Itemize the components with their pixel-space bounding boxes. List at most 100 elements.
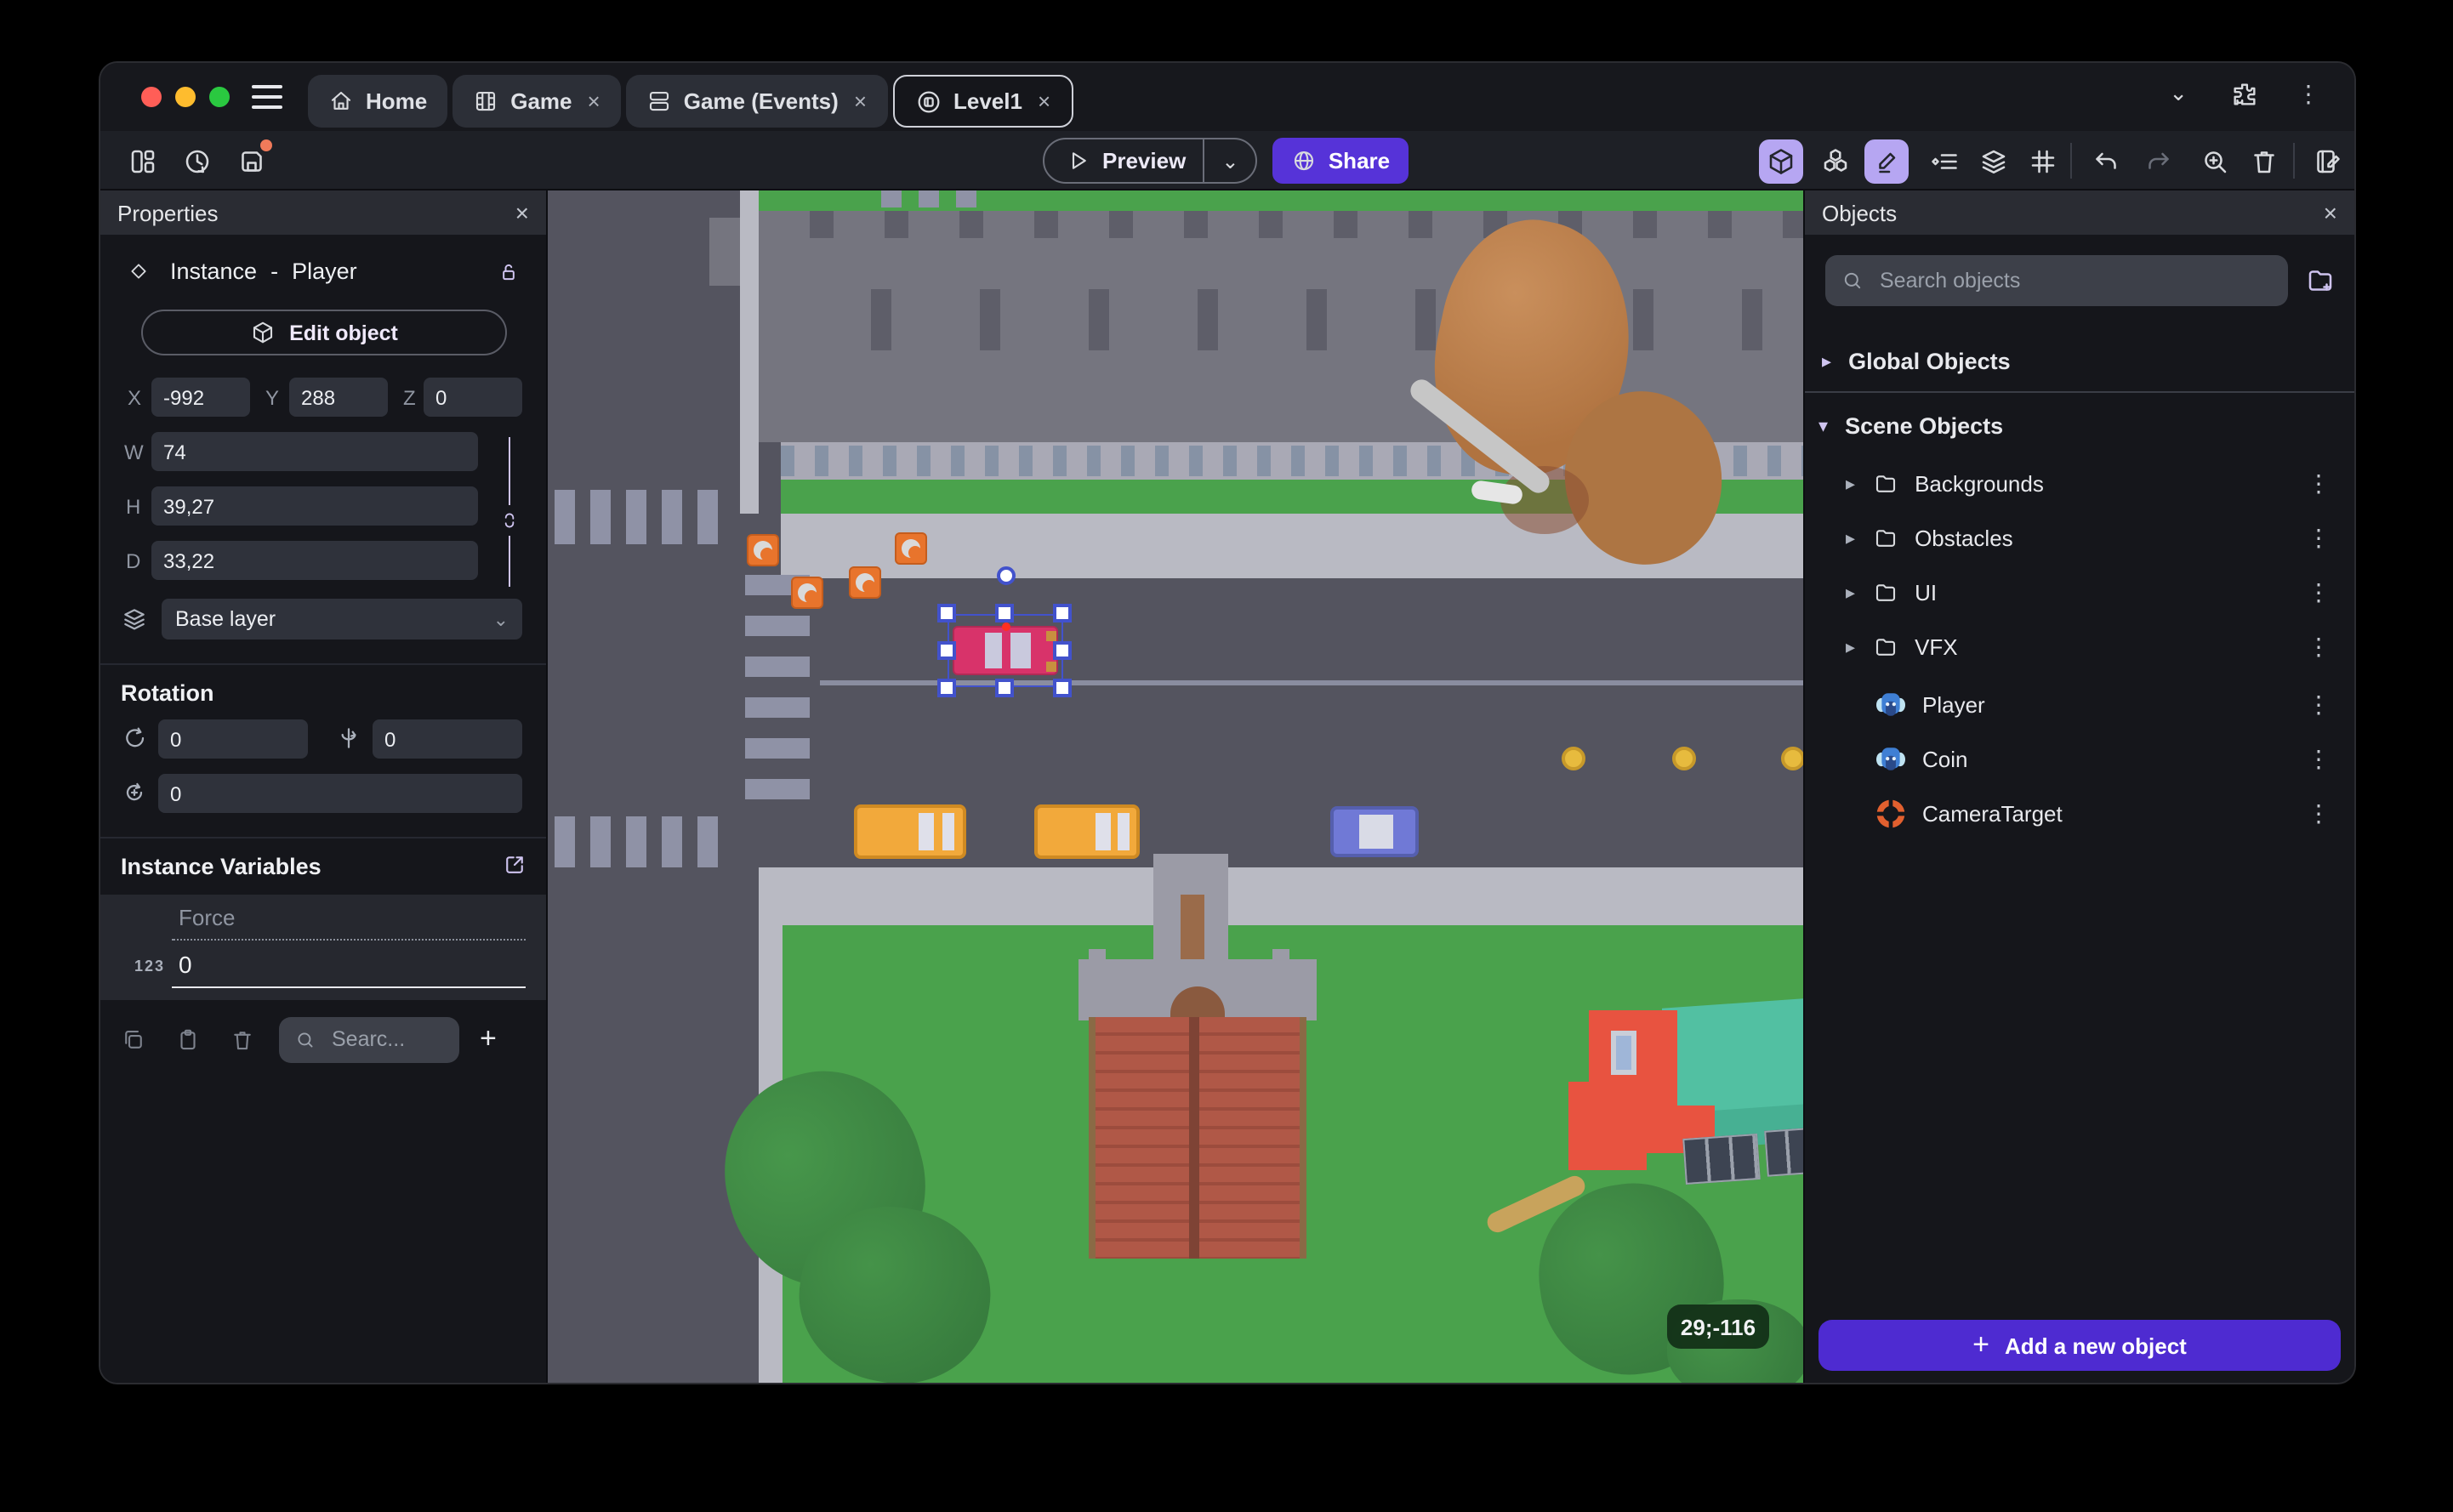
redo-button[interactable] [2137, 139, 2181, 183]
hamburger-menu-icon[interactable] [252, 85, 282, 109]
share-button[interactable]: Share [1272, 138, 1409, 184]
selection-handle[interactable] [937, 641, 956, 660]
layout-panels-button[interactable] [121, 139, 165, 183]
object-row-cameratarget[interactable]: CameraTarget ⋮ [1805, 789, 2354, 837]
selection-handle[interactable] [995, 604, 1014, 622]
variable-row[interactable]: Force 123 0 [100, 895, 546, 1000]
folder-label: Backgrounds [1915, 470, 2044, 496]
instance-coin[interactable] [1781, 747, 1803, 770]
instance-powerup-box[interactable] [849, 566, 881, 599]
edit-object-button[interactable]: Edit object [141, 310, 507, 355]
zoom-button[interactable] [2193, 139, 2237, 183]
object-row-coin[interactable]: Coin ⋮ [1805, 735, 2354, 782]
folder-row-vfx[interactable]: ▸ VFX ⋮ [1805, 622, 2354, 670]
layer-select[interactable]: Base layer ⌄ [162, 599, 522, 639]
tab-game[interactable]: Game × [452, 75, 621, 128]
instances-list-button[interactable] [1922, 139, 1966, 183]
window-kebab-menu-icon[interactable]: ⋮ [2296, 80, 2320, 109]
toggle-3d-view-button[interactable] [1759, 139, 1803, 183]
scene-objects-group[interactable]: ▾ Scene Objects [1805, 405, 2354, 446]
close-window-button[interactable] [141, 87, 162, 107]
instance-blue-car[interactable] [1330, 806, 1419, 857]
add-new-object-button[interactable]: + Add a new object [1818, 1320, 2341, 1371]
rotation-x-input[interactable] [158, 719, 308, 759]
kebab-menu-icon[interactable]: ⋮ [2307, 577, 2331, 606]
kebab-menu-icon[interactable]: ⋮ [2307, 632, 2331, 661]
edit-mode-button[interactable] [1864, 139, 1909, 183]
preview-dropdown-button[interactable]: ⌄ [1203, 139, 1255, 182]
instance-object-name: Player [292, 259, 357, 284]
objects-search-input[interactable] [1876, 267, 2273, 294]
kebab-menu-icon[interactable]: ⋮ [2307, 744, 2331, 773]
tab-level1[interactable]: Level1 × [892, 75, 1073, 128]
preview-button[interactable]: Preview [1044, 148, 1203, 173]
folder-row-ui[interactable]: ▸ UI ⋮ [1805, 568, 2354, 616]
tab-home[interactable]: Home [308, 75, 448, 128]
tab-game-events[interactable]: Game (Events) × [625, 75, 887, 128]
folder-row-backgrounds[interactable]: ▸ Backgrounds ⋮ [1805, 459, 2354, 507]
d-input[interactable] [151, 541, 478, 580]
solar-panel [1682, 1133, 1761, 1185]
objects-search[interactable] [1825, 255, 2288, 306]
variable-name[interactable]: Force [179, 905, 235, 930]
asset-store-button[interactable] [1813, 139, 1858, 183]
kebab-menu-icon[interactable]: ⋮ [2307, 690, 2331, 719]
save-button[interactable] [230, 139, 274, 183]
instance-player-car-selected[interactable] [953, 622, 1058, 675]
kebab-menu-icon[interactable]: ⋮ [2307, 469, 2331, 497]
variables-search[interactable] [279, 1016, 459, 1062]
rotation-handle[interactable] [997, 566, 1016, 585]
unlock-icon[interactable] [497, 259, 521, 283]
close-tab-icon[interactable]: × [1038, 88, 1050, 114]
variable-value[interactable]: 0 [179, 951, 192, 978]
selection-handle[interactable] [937, 604, 956, 622]
instance-taxi[interactable] [1034, 804, 1140, 859]
y-input[interactable] [289, 378, 388, 417]
z-input[interactable] [424, 378, 522, 417]
instance-powerup-box[interactable] [747, 534, 779, 566]
extensions-puzzle-icon[interactable] [2230, 80, 2259, 109]
grid-button[interactable] [2021, 139, 2065, 183]
instance-powerup-box[interactable] [791, 577, 823, 609]
paste-icon[interactable] [175, 1026, 201, 1052]
delete-button[interactable] [2242, 139, 2286, 183]
x-input[interactable] [151, 378, 250, 417]
history-button[interactable] [175, 139, 219, 183]
trash-icon[interactable] [230, 1026, 255, 1052]
collapse-chevron-icon[interactable]: ⌄ [2169, 80, 2188, 107]
instance-powerup-box[interactable] [895, 532, 927, 565]
edit-scene-properties-button[interactable] [2305, 139, 2349, 183]
maximize-window-button[interactable] [209, 87, 230, 107]
close-tab-icon[interactable]: × [588, 88, 600, 114]
rotation-y-input[interactable] [373, 719, 522, 759]
kebab-menu-icon[interactable]: ⋮ [2307, 799, 2331, 827]
add-folder-icon[interactable] [2305, 265, 2336, 296]
h-input[interactable] [151, 486, 478, 526]
folder-row-obstacles[interactable]: ▸ Obstacles ⋮ [1805, 514, 2354, 561]
rotation-z-input[interactable] [158, 774, 522, 813]
selection-handle[interactable] [995, 679, 1014, 697]
selection-handle[interactable] [1053, 604, 1072, 622]
scene-canvas[interactable]: 29;-116 [548, 190, 1803, 1383]
add-variable-button[interactable]: + [480, 1022, 497, 1056]
undo-button[interactable] [2084, 139, 2128, 183]
close-panel-icon[interactable]: × [2324, 199, 2337, 226]
layers-panel-button[interactable] [1972, 139, 2016, 183]
link-dimensions-icon[interactable] [498, 507, 521, 534]
selection-handle[interactable] [1053, 641, 1072, 660]
global-objects-group[interactable]: ▸ Global Objects [1805, 340, 2354, 381]
open-in-window-icon[interactable] [502, 852, 527, 878]
instance-coin[interactable] [1672, 747, 1696, 770]
selection-handle[interactable] [937, 679, 956, 697]
kebab-menu-icon[interactable]: ⋮ [2307, 523, 2331, 552]
selection-handle[interactable] [1053, 679, 1072, 697]
copy-icon[interactable] [121, 1026, 146, 1052]
close-tab-icon[interactable]: × [854, 88, 867, 114]
variables-search-input[interactable] [328, 1026, 444, 1053]
minimize-window-button[interactable] [175, 87, 196, 107]
object-row-player[interactable]: Player ⋮ [1805, 680, 2354, 728]
instance-coin[interactable] [1562, 747, 1585, 770]
instance-taxi[interactable] [854, 804, 966, 859]
w-input[interactable] [151, 432, 478, 471]
close-panel-icon[interactable]: × [515, 199, 529, 226]
